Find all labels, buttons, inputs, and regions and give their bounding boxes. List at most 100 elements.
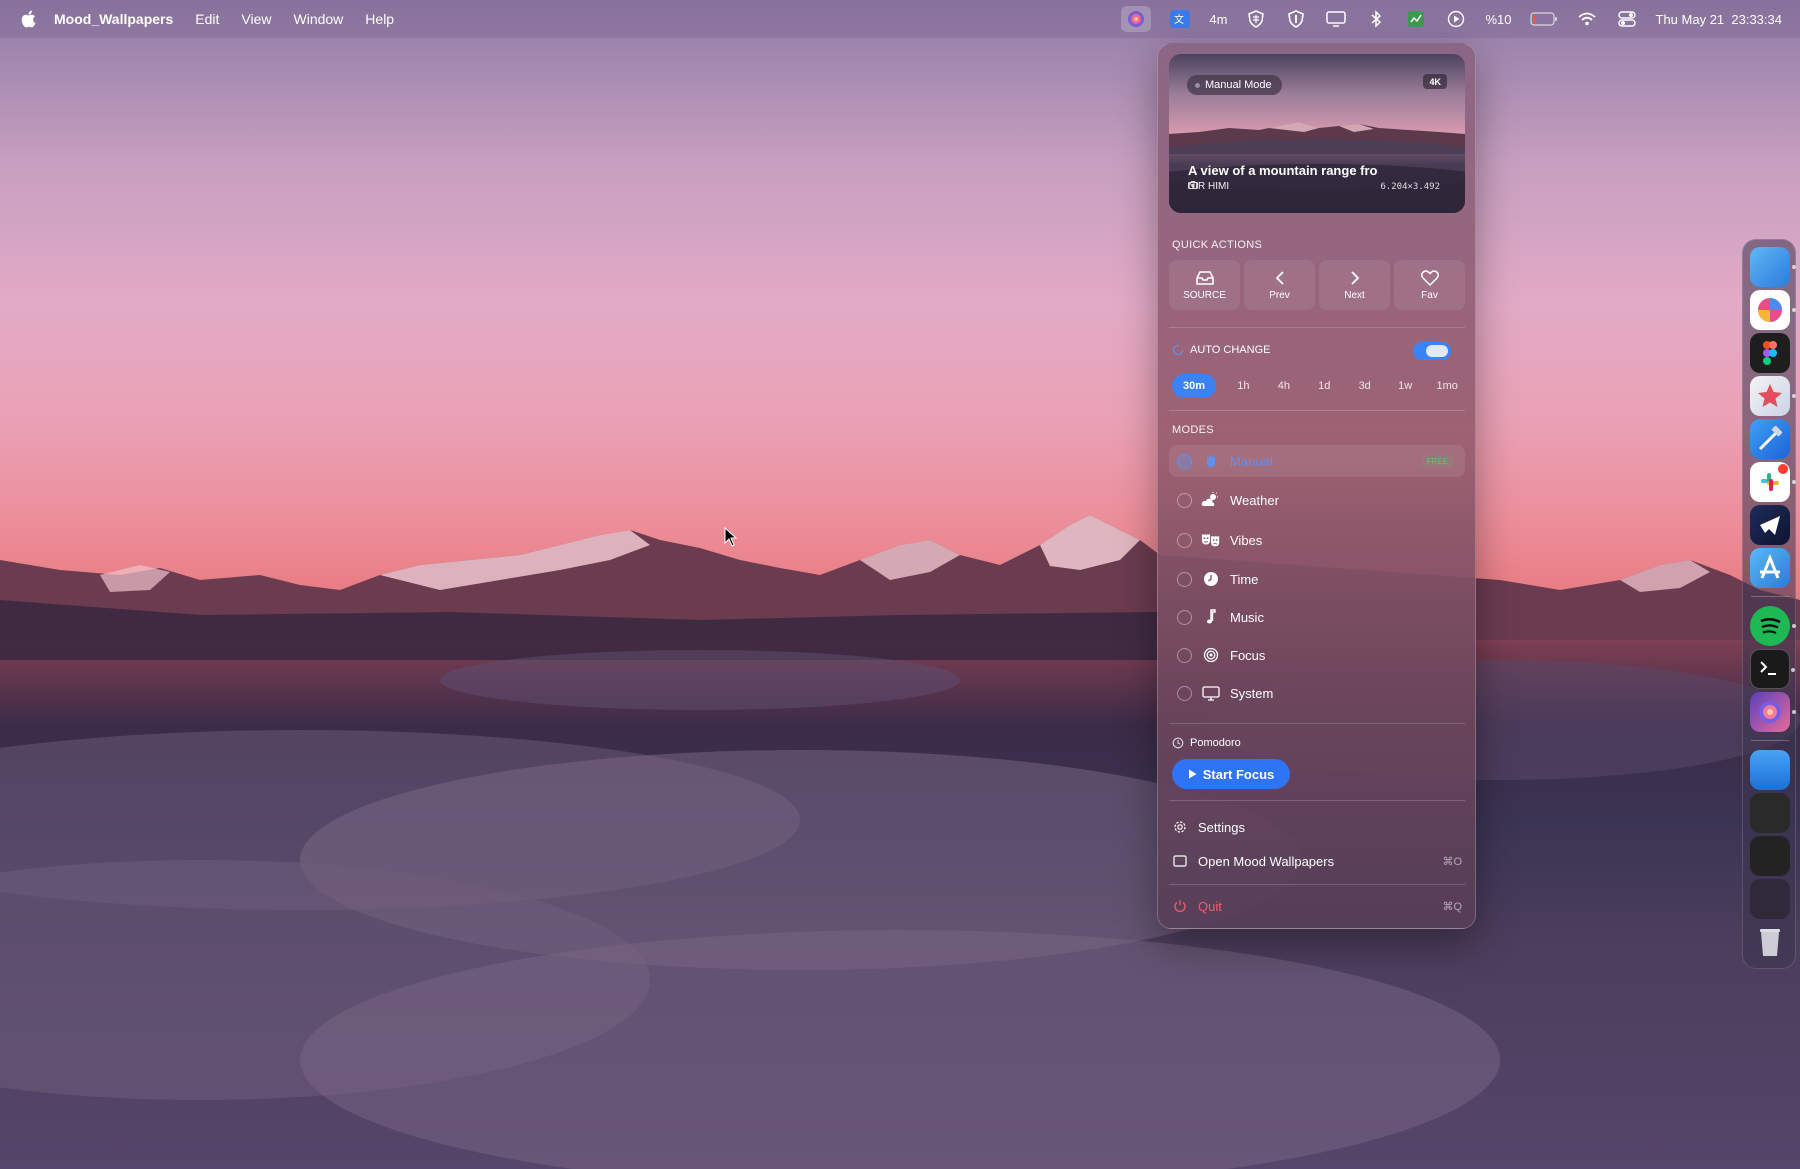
menu-help[interactable]: Help xyxy=(365,11,394,27)
mode-indicator-dot xyxy=(1195,82,1200,88)
auto-change-toggle[interactable] xyxy=(1413,342,1451,360)
spotify-icon[interactable] xyxy=(1750,606,1796,646)
menu-window[interactable]: Window xyxy=(294,11,344,27)
mood-wallpapers-popover: Manual Mode 4K A view of a mountain rang… xyxy=(1157,43,1476,929)
shield-grid-icon[interactable] xyxy=(1245,9,1267,29)
masks-icon xyxy=(1201,531,1221,549)
next-button[interactable]: Next xyxy=(1319,260,1390,310)
mode-vibes-label: Vibes xyxy=(1230,532,1263,548)
open-app-menu-item[interactable]: Open Mood Wallpapers ⌘O xyxy=(1172,848,1464,874)
radio-button[interactable] xyxy=(1177,647,1192,663)
dock-separator xyxy=(1751,740,1789,741)
mode-weather[interactable]: Weather xyxy=(1169,484,1465,516)
gear-icon xyxy=(1172,820,1188,834)
window-thumbnail-icon[interactable] xyxy=(1750,793,1790,833)
monitor-icon xyxy=(1201,684,1221,702)
wallpaper-resolution: 6.204×3.492 xyxy=(1380,182,1440,192)
display-icon[interactable] xyxy=(1325,9,1347,29)
app-name-menu[interactable]: Mood_Wallpapers xyxy=(54,11,173,27)
interval-selector: 30m 1h 4h 1d 3d 1w 1mo xyxy=(1172,374,1462,398)
vpn-shield-icon[interactable] xyxy=(1285,9,1307,29)
menu-bar: Mood_Wallpapers Edit View Window Help 文 … xyxy=(0,0,1800,38)
star-app-icon[interactable] xyxy=(1750,376,1796,416)
fav-label: Fav xyxy=(1421,289,1438,301)
interval-1h[interactable]: 1h xyxy=(1230,374,1256,398)
pomodoro-header: Pomodoro xyxy=(1172,737,1241,749)
mood-wallpapers-icon[interactable] xyxy=(1750,692,1796,732)
menu-view[interactable]: View xyxy=(241,11,271,27)
battery-icon[interactable] xyxy=(1529,9,1558,29)
translate-icon[interactable]: 文 xyxy=(1169,9,1191,29)
target-icon xyxy=(1201,646,1221,664)
wifi-icon[interactable] xyxy=(1576,9,1598,29)
radio-button[interactable] xyxy=(1177,453,1192,469)
finder-icon[interactable] xyxy=(1750,247,1796,287)
radio-button[interactable] xyxy=(1177,685,1192,701)
mouse-cursor-icon xyxy=(724,527,738,547)
folder-icon[interactable] xyxy=(1750,750,1790,790)
mode-focus[interactable]: Focus xyxy=(1169,639,1465,671)
wallpaper-preview[interactable]: Manual Mode 4K A view of a mountain rang… xyxy=(1169,54,1465,213)
interval-4h[interactable]: 4h xyxy=(1271,374,1297,398)
craft-app-icon[interactable] xyxy=(1750,290,1796,330)
interval-1w[interactable]: 1w xyxy=(1392,374,1418,398)
quit-label: Quit xyxy=(1198,898,1222,914)
quick-actions-row: SOURCE Prev Next Fav xyxy=(1169,260,1465,310)
window-thumbnail-icon[interactable] xyxy=(1750,836,1790,876)
mode-manual[interactable]: Manual FREE xyxy=(1169,445,1465,477)
prev-button[interactable]: Prev xyxy=(1244,260,1315,310)
clock[interactable]: Thu May 21 23:33:34 xyxy=(1656,12,1782,27)
interval-30m[interactable]: 30m xyxy=(1172,374,1216,398)
mode-focus-label: Focus xyxy=(1230,647,1266,663)
interval-1d[interactable]: 1d xyxy=(1311,374,1337,398)
apple-logo-icon[interactable] xyxy=(18,8,40,30)
mode-system[interactable]: System xyxy=(1169,677,1465,709)
interval-1mo[interactable]: 1mo xyxy=(1433,374,1462,398)
control-center-icon[interactable] xyxy=(1616,9,1638,29)
testflight-icon[interactable] xyxy=(1750,548,1790,588)
terminal-icon[interactable] xyxy=(1750,649,1795,689)
battery-percent[interactable]: %10 xyxy=(1485,12,1511,27)
timer-icon xyxy=(1172,737,1184,749)
trash-icon[interactable] xyxy=(1750,922,1790,962)
activity-monitor-icon[interactable] xyxy=(1405,9,1427,29)
window-thumbnail-icon[interactable] xyxy=(1750,879,1790,919)
play-circle-icon[interactable] xyxy=(1445,9,1467,29)
mode-vibes[interactable]: Vibes xyxy=(1169,524,1465,556)
interval-3d[interactable]: 3d xyxy=(1352,374,1378,398)
mode-music[interactable]: Music xyxy=(1169,601,1465,633)
cloud-sun-icon xyxy=(1201,491,1221,509)
quit-menu-item[interactable]: Quit ⌘Q xyxy=(1172,893,1464,919)
slack-icon[interactable] xyxy=(1750,462,1796,502)
auto-change-header: AUTO CHANGE xyxy=(1172,344,1270,356)
figma-icon[interactable] xyxy=(1750,333,1790,373)
window-icon xyxy=(1172,855,1188,867)
start-focus-label: Start Focus xyxy=(1202,766,1275,782)
telegram-like-icon[interactable] xyxy=(1750,505,1790,545)
refresh-icon xyxy=(1172,344,1184,356)
bluetooth-icon[interactable] xyxy=(1365,9,1387,29)
fav-button[interactable]: Fav xyxy=(1394,260,1465,310)
hand-icon xyxy=(1201,452,1221,470)
mode-time-label: Time xyxy=(1230,571,1259,587)
start-focus-button[interactable]: Start Focus xyxy=(1172,759,1290,789)
radio-button[interactable] xyxy=(1177,609,1192,625)
settings-menu-item[interactable]: Settings xyxy=(1172,814,1464,840)
xcode-icon[interactable] xyxy=(1750,419,1790,459)
mood-wallpapers-tray-icon[interactable] xyxy=(1121,6,1152,32)
heart-icon xyxy=(1420,269,1439,286)
mode-time[interactable]: Time xyxy=(1169,563,1465,595)
prev-label: Prev xyxy=(1269,289,1290,301)
mode-weather-label: Weather xyxy=(1230,492,1279,508)
clock-icon xyxy=(1201,570,1221,588)
divider xyxy=(1169,884,1465,885)
radio-button[interactable] xyxy=(1177,492,1192,508)
wallpaper-author[interactable]: NIR HIMI xyxy=(1188,181,1229,192)
timer-readout[interactable]: 4m xyxy=(1209,12,1227,27)
menu-edit[interactable]: Edit xyxy=(195,11,219,27)
mode-manual-label: Manual xyxy=(1230,453,1273,469)
radio-button[interactable] xyxy=(1177,532,1192,548)
source-button[interactable]: SOURCE xyxy=(1169,260,1240,310)
svg-text:文: 文 xyxy=(1174,13,1184,26)
radio-button[interactable] xyxy=(1177,571,1192,587)
